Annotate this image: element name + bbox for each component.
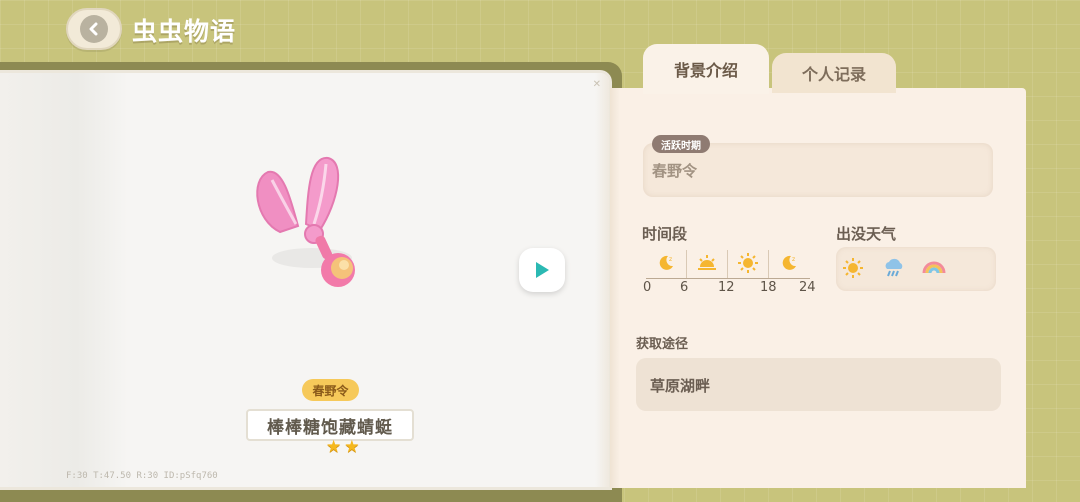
time-tick: 6: [680, 280, 689, 295]
time-tick: 0: [643, 280, 652, 295]
svg-text:z: z: [669, 256, 672, 263]
back-arrow-icon: [80, 15, 108, 43]
back-button[interactable]: [66, 8, 122, 50]
sun-icon: [843, 258, 863, 278]
rainbow-icon: [922, 261, 946, 274]
sun-icon: [728, 248, 768, 278]
time-section-title: 时间段: [642, 225, 688, 243]
play-icon: [536, 262, 549, 278]
tab-background[interactable]: 背景介绍: [643, 44, 769, 94]
rain-cloud-icon: [885, 258, 903, 277]
play-button[interactable]: [519, 248, 565, 292]
time-tick: 12: [718, 280, 735, 295]
page-title: 虫虫物语: [132, 17, 237, 46]
moon-icon: z: [769, 248, 809, 278]
star-rating: ★ ★: [326, 439, 360, 456]
sunrise-icon: [687, 248, 727, 278]
route-value: 草原湖畔: [650, 377, 711, 395]
moon-icon: z: [646, 248, 686, 278]
page-fold: [0, 73, 128, 487]
season-badge: 春野令: [302, 379, 359, 401]
page-corner-icon: ✕: [592, 79, 601, 90]
panel-edge: [610, 88, 620, 488]
debug-overlay: F:30 T:47.50 R:30 ID:pSfq760: [66, 471, 218, 481]
svg-text:z: z: [792, 256, 795, 263]
page-edge: [595, 73, 609, 487]
tab-personal-record[interactable]: 个人记录: [772, 53, 896, 93]
route-section-title: 获取途径: [636, 337, 689, 352]
bug-illustration: [256, 156, 355, 287]
time-axis: [646, 278, 810, 279]
time-tick: 18: [760, 280, 777, 295]
time-tick: 24: [799, 280, 816, 295]
weather-section-title: 出没天气: [836, 225, 897, 243]
star-icon: ★: [344, 437, 360, 457]
active-period-value: 春野令: [652, 162, 698, 180]
star-icon: ★: [326, 437, 342, 457]
time-strip: z z: [646, 248, 810, 278]
active-period-label: 活跃时期: [652, 135, 710, 153]
